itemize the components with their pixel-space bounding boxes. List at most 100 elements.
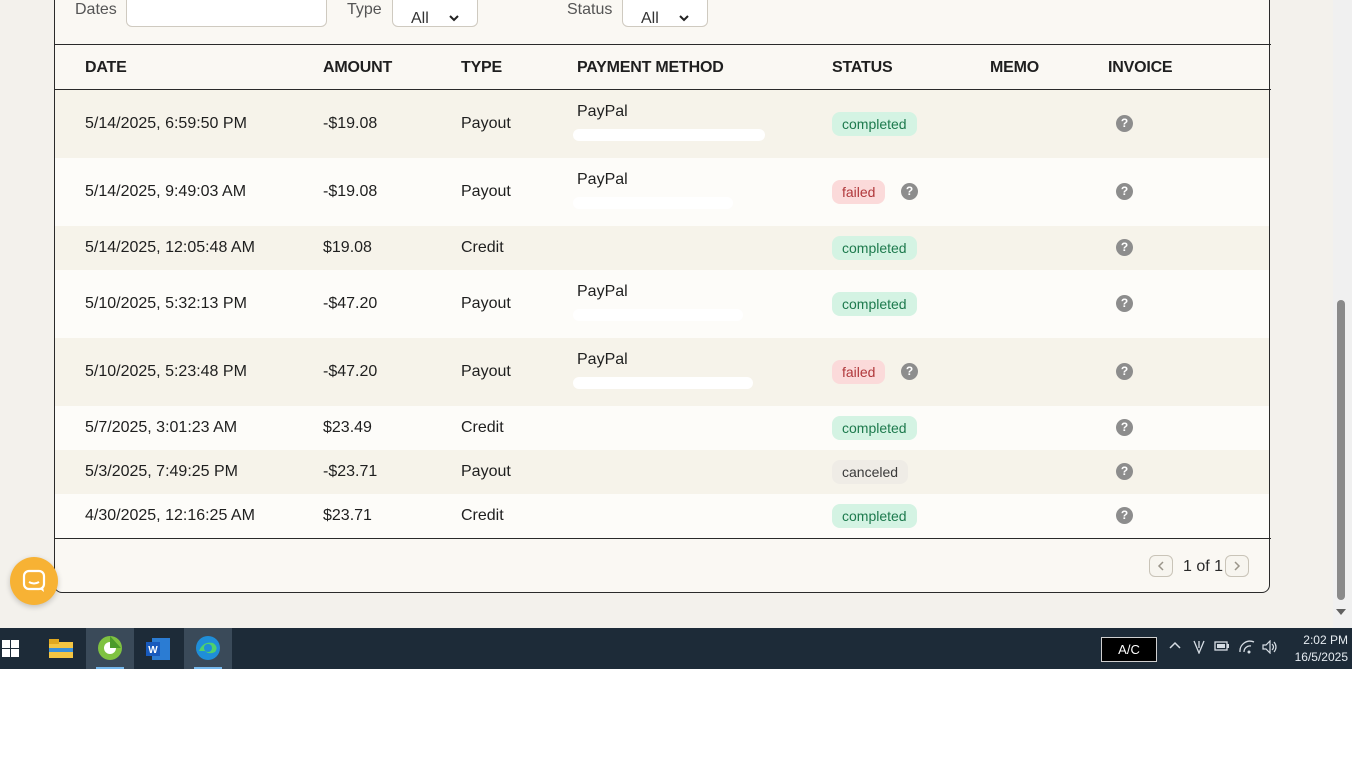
file-explorer-icon	[49, 639, 73, 658]
clock-date: 16/5/2025	[1294, 650, 1348, 664]
start-button[interactable]	[0, 628, 24, 669]
invoice-help-icon[interactable]: ?	[1116, 507, 1133, 524]
row-payment-method: PayPal	[577, 171, 628, 188]
status-help-icon[interactable]: ?	[901, 183, 918, 200]
chat-bubble-icon	[22, 569, 46, 592]
table-row[interactable]: 4/30/2025, 12:16:25 AM $23.71 Credit com…	[55, 494, 1269, 538]
header-invoice[interactable]: INVOICE	[1108, 59, 1173, 77]
chevron-down-icon	[679, 15, 689, 22]
status-badge: canceled	[832, 460, 909, 484]
status-badge: completed	[832, 112, 917, 136]
dates-filter-label: Dates	[75, 1, 117, 18]
row-payment-method: PayPal	[577, 283, 628, 300]
chat-launcher-button[interactable]	[10, 557, 58, 605]
redacted-email	[573, 377, 753, 389]
scroll-down-icon[interactable]	[1336, 609, 1346, 615]
row-date: 5/14/2025, 6:59:50 PM	[85, 115, 247, 132]
page-viewport: Dates Type All Status All DATE AMOUNT TY…	[0, 0, 1352, 628]
invoice-help-icon[interactable]: ?	[1116, 419, 1133, 436]
invoice-help-icon[interactable]: ?	[1116, 115, 1133, 132]
show-hidden-icons-icon[interactable]	[1167, 640, 1183, 656]
next-page-button[interactable]	[1225, 555, 1249, 577]
table-row[interactable]: 5/14/2025, 6:59:50 PM -$19.08 Payout Pay…	[55, 90, 1269, 158]
table-header: DATE AMOUNT TYPE PAYMENT METHOD STATUS M…	[55, 44, 1271, 90]
chevron-left-icon	[1157, 561, 1164, 571]
row-payment-method: PayPal	[577, 103, 628, 120]
invoice-help-icon[interactable]: ?	[1116, 295, 1133, 312]
page-scrollbar[interactable]	[1333, 0, 1352, 628]
battery-icon[interactable]	[1214, 640, 1230, 656]
scrollbar-thumb[interactable]	[1337, 300, 1345, 600]
volume-icon[interactable]	[1262, 639, 1278, 656]
active-indicator	[96, 667, 124, 669]
taskbar-edge[interactable]	[184, 628, 232, 669]
row-amount: -$19.08	[323, 183, 378, 200]
row-amount: -$47.20	[323, 295, 378, 312]
table-row[interactable]: 5/7/2025, 3:01:23 AM $23.49 Credit compl…	[55, 406, 1269, 450]
status-badge: failed	[832, 360, 886, 384]
invoice-help-icon[interactable]: ?	[1116, 463, 1133, 480]
header-amount[interactable]: AMOUNT	[323, 59, 392, 77]
transactions-card: Dates Type All Status All DATE AMOUNT TY…	[54, 0, 1271, 593]
prev-page-button[interactable]	[1149, 555, 1173, 577]
ac-indicator[interactable]: A/C	[1101, 637, 1157, 662]
invoice-help-icon[interactable]: ?	[1116, 363, 1133, 380]
chevron-down-icon	[449, 15, 459, 22]
table-row[interactable]: 5/3/2025, 7:49:25 PM -$23.71 Payout canc…	[55, 450, 1269, 494]
redacted-email	[573, 197, 733, 209]
row-amount: -$19.08	[323, 115, 378, 132]
clock-time: 2:02 PM	[1303, 633, 1348, 647]
type-select[interactable]: All	[392, 0, 478, 27]
status-help-icon[interactable]: ?	[901, 363, 918, 380]
row-type: Payout	[461, 363, 511, 380]
redacted-email	[573, 309, 743, 321]
row-payment-method: PayPal	[577, 351, 628, 368]
row-type: Credit	[461, 419, 504, 436]
header-memo[interactable]: MEMO	[990, 59, 1039, 77]
status-filter-label: Status	[567, 1, 613, 18]
header-type[interactable]: TYPE	[461, 59, 502, 77]
table-row[interactable]: 5/10/2025, 5:23:48 PM -$47.20 Payout Pay…	[55, 338, 1269, 406]
table-row[interactable]: 5/10/2025, 5:32:13 PM -$47.20 Payout Pay…	[55, 270, 1269, 338]
taskbar-file-explorer[interactable]	[37, 628, 85, 669]
status-select[interactable]: All	[622, 0, 708, 27]
header-date[interactable]: DATE	[85, 59, 127, 77]
row-amount: $23.49	[323, 419, 372, 436]
invoice-help-icon[interactable]: ?	[1116, 183, 1133, 200]
row-date: 5/7/2025, 3:01:23 AM	[85, 419, 238, 436]
header-payment-method[interactable]: PAYMENT METHOD	[577, 59, 724, 77]
status-badge: failed	[832, 180, 886, 204]
table-footer-divider	[55, 538, 1271, 539]
status-badge: completed	[832, 504, 917, 528]
table-row[interactable]: 5/14/2025, 9:49:03 AM -$19.08 Payout Pay…	[55, 158, 1269, 226]
row-date: 5/14/2025, 9:49:03 AM	[85, 183, 247, 200]
row-amount: $23.71	[323, 507, 372, 524]
windows-taskbar: W A/C 2:02 PM 16/5/2025	[0, 628, 1352, 669]
dates-input[interactable]	[126, 0, 327, 27]
edge-icon	[196, 636, 220, 660]
table-row[interactable]: 5/14/2025, 12:05:48 AM $19.08 Credit com…	[55, 226, 1269, 270]
row-amount: -$23.71	[323, 463, 378, 480]
row-type: Payout	[461, 295, 511, 312]
screen-edge	[1352, 0, 1366, 669]
row-date: 5/10/2025, 5:32:13 PM	[85, 295, 247, 312]
row-amount: -$47.20	[323, 363, 378, 380]
row-type: Payout	[461, 463, 511, 480]
system-clock[interactable]: 2:02 PM 16/5/2025	[1282, 632, 1348, 666]
invoice-help-icon[interactable]: ?	[1116, 239, 1133, 256]
row-date: 5/10/2025, 5:23:48 PM	[85, 363, 247, 380]
row-date: 4/30/2025, 12:16:25 AM	[85, 507, 255, 524]
row-date: 5/14/2025, 12:05:48 AM	[85, 239, 255, 256]
taskbar-word[interactable]: W	[134, 628, 182, 669]
svg-text:W: W	[148, 645, 158, 656]
row-type: Payout	[461, 183, 511, 200]
network-icon[interactable]	[1239, 640, 1255, 656]
row-amount: $19.08	[323, 239, 372, 256]
status-badge: completed	[832, 416, 917, 440]
taskbar-green-app[interactable]	[86, 628, 134, 669]
header-status[interactable]: STATUS	[832, 59, 893, 77]
vpn-icon[interactable]	[1191, 640, 1207, 656]
word-icon: W	[146, 638, 170, 660]
pagination-text: 1 of 1	[1183, 558, 1224, 575]
chevron-right-icon	[1234, 561, 1241, 571]
